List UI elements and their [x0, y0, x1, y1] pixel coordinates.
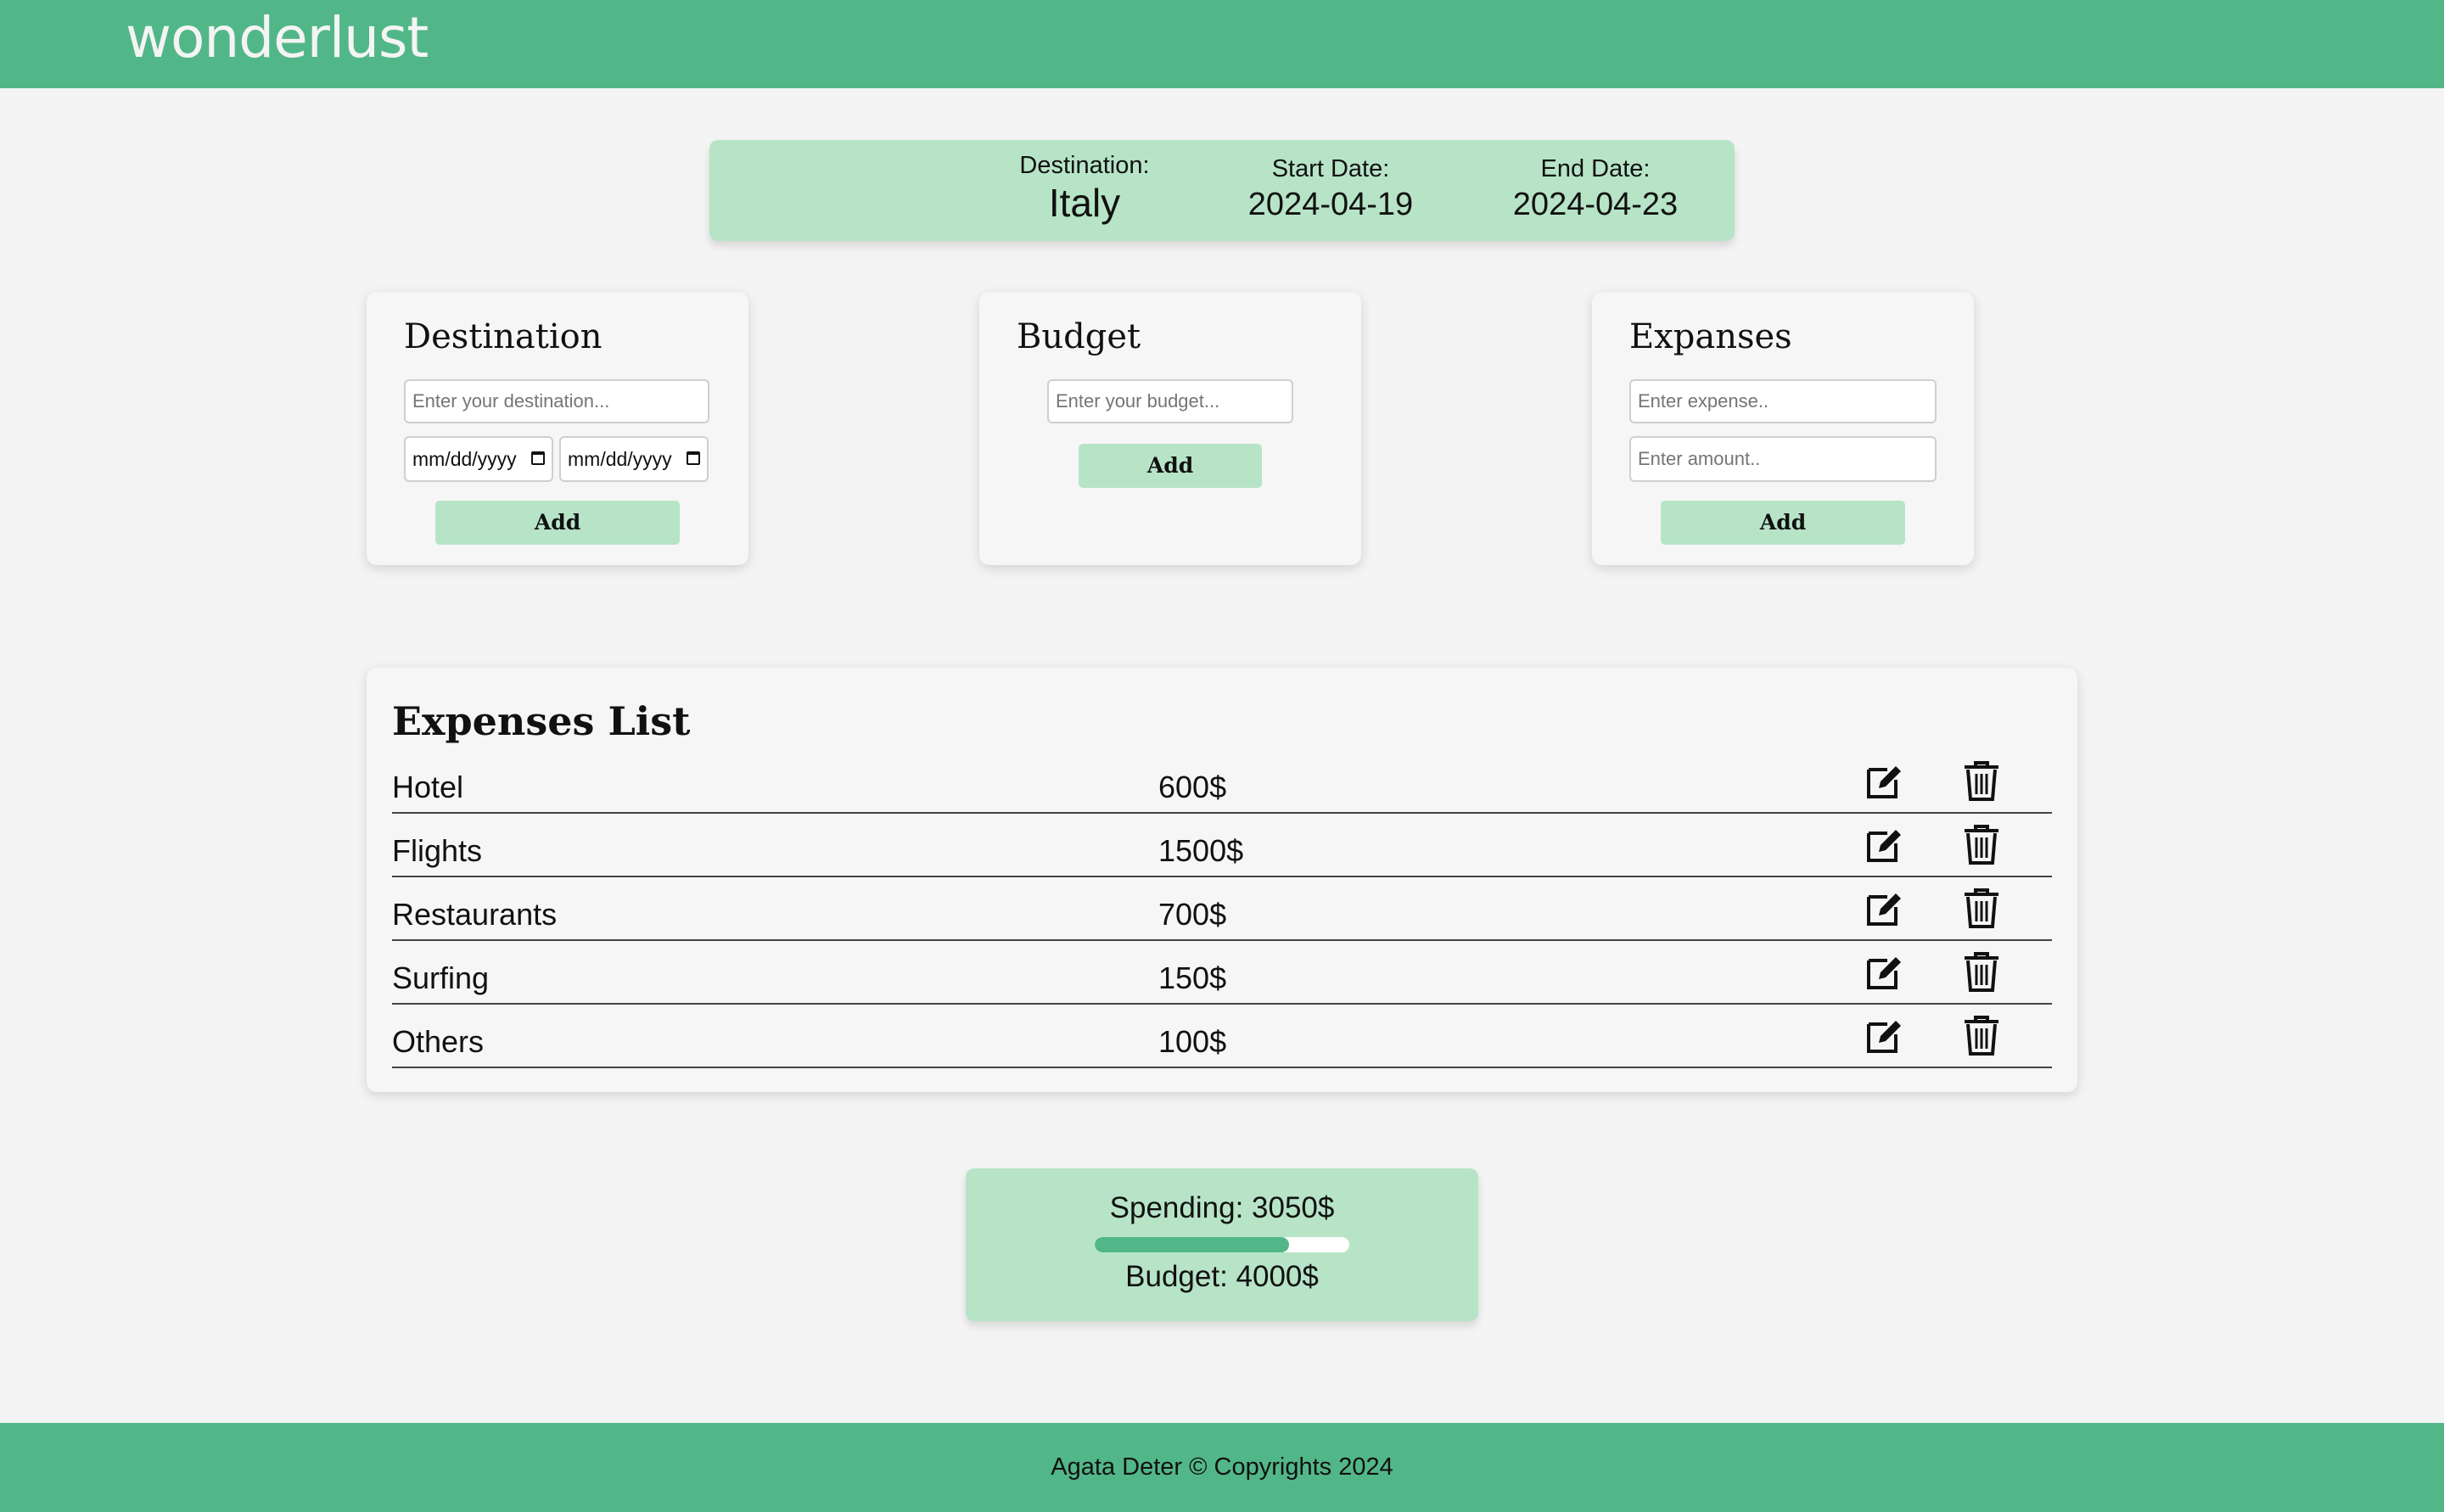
trip-start-date: Start Date: 2024-04-19: [1203, 155, 1458, 223]
start-date-input[interactable]: mm/dd/yyyy: [404, 436, 553, 482]
expense-name: Hotel: [392, 770, 464, 804]
expense-amount: 600$: [1158, 770, 1227, 804]
expenses-list: Expenses List Hotel 600$ Flights 1500$ R…: [367, 668, 2077, 1092]
edit-icon[interactable]: [1864, 952, 1904, 993]
spending-total: Spending: 3050$: [1109, 1191, 1335, 1224]
add-destination-button[interactable]: Add: [435, 501, 680, 545]
budget-input[interactable]: [1047, 379, 1293, 423]
budget-card: Budget Add: [979, 292, 1361, 565]
calendar-icon[interactable]: [687, 451, 700, 465]
edit-icon[interactable]: [1864, 761, 1904, 802]
end-date-input[interactable]: mm/dd/yyyy: [559, 436, 709, 482]
budget-total: Budget: 4000$: [1125, 1260, 1319, 1293]
footer-text: Agata Deter © Copyrights 2024: [1051, 1453, 1393, 1481]
expense-row: Restaurants 700$: [392, 876, 2052, 941]
trash-icon[interactable]: [1962, 887, 2001, 929]
destination-label: Destination:: [1019, 152, 1150, 179]
trash-icon[interactable]: [1962, 759, 2001, 802]
trash-icon[interactable]: [1962, 823, 2001, 865]
expense-row: Surfing 150$: [392, 939, 2052, 1005]
spending-summary: Spending: 3050$ Budget: 4000$: [966, 1168, 1478, 1321]
logo[interactable]: wonderlust: [126, 5, 429, 70]
destination-value: Italy: [1048, 181, 1121, 225]
expense-amount: 150$: [1158, 960, 1227, 995]
end-date-value: 2024-04-23: [1512, 187, 1679, 222]
edit-icon[interactable]: [1864, 1016, 1904, 1056]
expense-row: Flights 1500$: [392, 812, 2052, 877]
end-date-label: End Date:: [1540, 155, 1651, 182]
end-date-value: mm/dd/yyyy: [568, 448, 672, 470]
expenses-card-title: Expanses: [1629, 317, 1792, 356]
calendar-icon[interactable]: [531, 451, 545, 465]
expense-amount: 700$: [1158, 897, 1227, 932]
expense-amount: 100$: [1158, 1024, 1227, 1059]
trip-summary: Destination: Italy Start Date: 2024-04-1…: [709, 140, 1735, 241]
trip-destination: Destination: Italy: [957, 152, 1212, 226]
expense-name: Flights: [392, 833, 483, 868]
expenses-list-title: Expenses List: [392, 698, 691, 744]
destination-card: Destination mm/dd/yyyy mm/dd/yyyy Add: [367, 292, 748, 565]
edit-icon[interactable]: [1864, 888, 1904, 929]
expense-amount: 1500$: [1158, 833, 1244, 868]
start-date-value: mm/dd/yyyy: [412, 448, 517, 470]
trash-icon[interactable]: [1962, 950, 2001, 993]
add-expense-button[interactable]: Add: [1661, 501, 1905, 545]
expense-name: Restaurants: [392, 897, 558, 932]
expense-row: Hotel 600$: [392, 748, 2052, 814]
expenses-card: Expanses Add: [1592, 292, 1974, 565]
start-date-label: Start Date:: [1271, 155, 1390, 182]
footer: Agata Deter © Copyrights 2024: [0, 1423, 2444, 1512]
expense-name-input[interactable]: [1629, 379, 1937, 423]
expense-amount-input[interactable]: [1629, 436, 1937, 482]
spending-progress-bar: [1095, 1237, 1349, 1252]
spending-progress-fill: [1095, 1237, 1289, 1252]
expense-name: Others: [392, 1024, 485, 1059]
destination-card-title: Destination: [404, 317, 603, 356]
trip-end-date: End Date: 2024-04-23: [1468, 155, 1723, 223]
destination-input[interactable]: [404, 379, 709, 423]
expense-name: Surfing: [392, 960, 490, 995]
expense-row: Others 100$: [392, 1003, 2052, 1068]
edit-icon[interactable]: [1864, 825, 1904, 865]
header: wonderlust: [0, 0, 2444, 88]
budget-card-title: Budget: [1017, 317, 1141, 356]
start-date-value: 2024-04-19: [1247, 187, 1414, 222]
add-budget-button[interactable]: Add: [1079, 444, 1262, 488]
trash-icon[interactable]: [1962, 1014, 2001, 1056]
